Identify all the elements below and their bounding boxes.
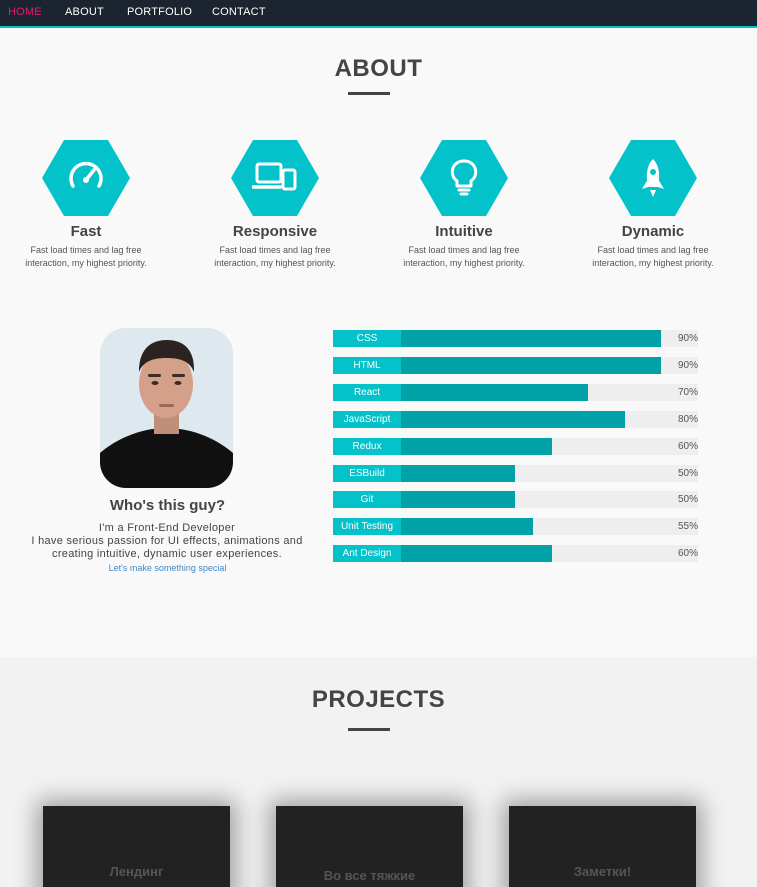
skill-name: ESBuild (333, 465, 401, 482)
feature-intuitive: Intuitive Fast load times and lag free i… (379, 140, 549, 270)
about-heading-underline (348, 92, 390, 95)
skill-percent: 70% (677, 387, 698, 398)
skill-name: CSS (333, 330, 401, 347)
skill-bar: CSS 90% (333, 330, 698, 347)
project-card-title: Лендинг (109, 864, 164, 879)
feature-dynamic: Dynamic Fast load times and lag free int… (568, 140, 738, 270)
nav-contact[interactable]: CONTACT (212, 6, 266, 18)
skill-percent: 60% (677, 441, 698, 452)
nav-home[interactable]: HOME (8, 6, 42, 18)
projects-heading: PROJECTS (311, 686, 446, 713)
feature-title: Intuitive (435, 223, 493, 240)
feature-description: Fast load times and lag free interaction… (214, 245, 336, 268)
feature-description: Fast load times and lag free interaction… (592, 245, 714, 268)
about-heading: ABOUT (334, 55, 423, 82)
skill-bar: JavaScript 80% (333, 411, 698, 428)
projects-heading-underline (348, 728, 390, 731)
skill-bar: ESBuild 50% (333, 465, 698, 482)
avatar (100, 328, 233, 488)
skill-name: Unit Testing (333, 518, 401, 535)
skill-percent: 80% (677, 414, 698, 425)
rocket-icon (609, 140, 697, 216)
skill-bar: HTML 90% (333, 357, 698, 374)
skill-percent: 55% (677, 521, 698, 532)
bio-line: I have serious passion for UI effects, a… (31, 535, 303, 560)
skill-name: JavaScript (333, 411, 401, 428)
project-card-title: Заметки! (573, 864, 632, 879)
skill-name: Ant Design (333, 545, 401, 562)
feature-title: Responsive (232, 223, 318, 240)
skill-name: HTML (333, 357, 401, 374)
skill-name: Git (333, 491, 401, 508)
project-card[interactable]: Во все тяжкие (276, 806, 463, 887)
profile-bio: I'm a Front-End Developer I have serious… (12, 522, 322, 561)
feature-title: Fast (70, 223, 102, 240)
skill-percent: 60% (677, 548, 698, 559)
skill-bar: Git 50% (333, 491, 698, 508)
feature-fast: Fast Fast load times and lag free intera… (1, 140, 171, 270)
speedometer-icon (42, 140, 130, 216)
skill-bar: React 70% (333, 384, 698, 401)
lightbulb-icon (420, 140, 508, 216)
skill-percent: 90% (677, 360, 698, 371)
profile-heading: Who's this guy? (109, 497, 226, 514)
skill-percent: 50% (677, 468, 698, 479)
skill-percent: 50% (677, 494, 698, 505)
bio-line: I'm a Front-End Developer (98, 522, 236, 534)
top-navbar: HOME ABOUT PORTFOLIO CONTACT (0, 0, 757, 28)
nav-portfolio[interactable]: PORTFOLIO (127, 6, 192, 18)
lets-make-something-link[interactable]: Let's make something special (20, 563, 315, 573)
skill-bar: Unit Testing 55% (333, 518, 698, 535)
project-card[interactable]: Лендинг (43, 806, 230, 887)
feature-description: Fast load times and lag free interaction… (25, 245, 147, 268)
feature-title: Dynamic (621, 223, 685, 240)
skill-percent: 90% (677, 333, 698, 344)
feature-description: Fast load times and lag free interaction… (403, 245, 525, 268)
skill-name: Redux (333, 438, 401, 455)
project-card[interactable]: Заметки! (509, 806, 696, 887)
skill-name: React (333, 384, 401, 401)
skill-bar: Ant Design 60% (333, 545, 698, 562)
feature-responsive: Responsive Fast load times and lag free … (190, 140, 360, 270)
skill-bar: Redux 60% (333, 438, 698, 455)
devices-icon (231, 140, 319, 216)
project-card-title: Во все тяжкие (323, 868, 416, 883)
nav-about[interactable]: ABOUT (65, 6, 104, 18)
